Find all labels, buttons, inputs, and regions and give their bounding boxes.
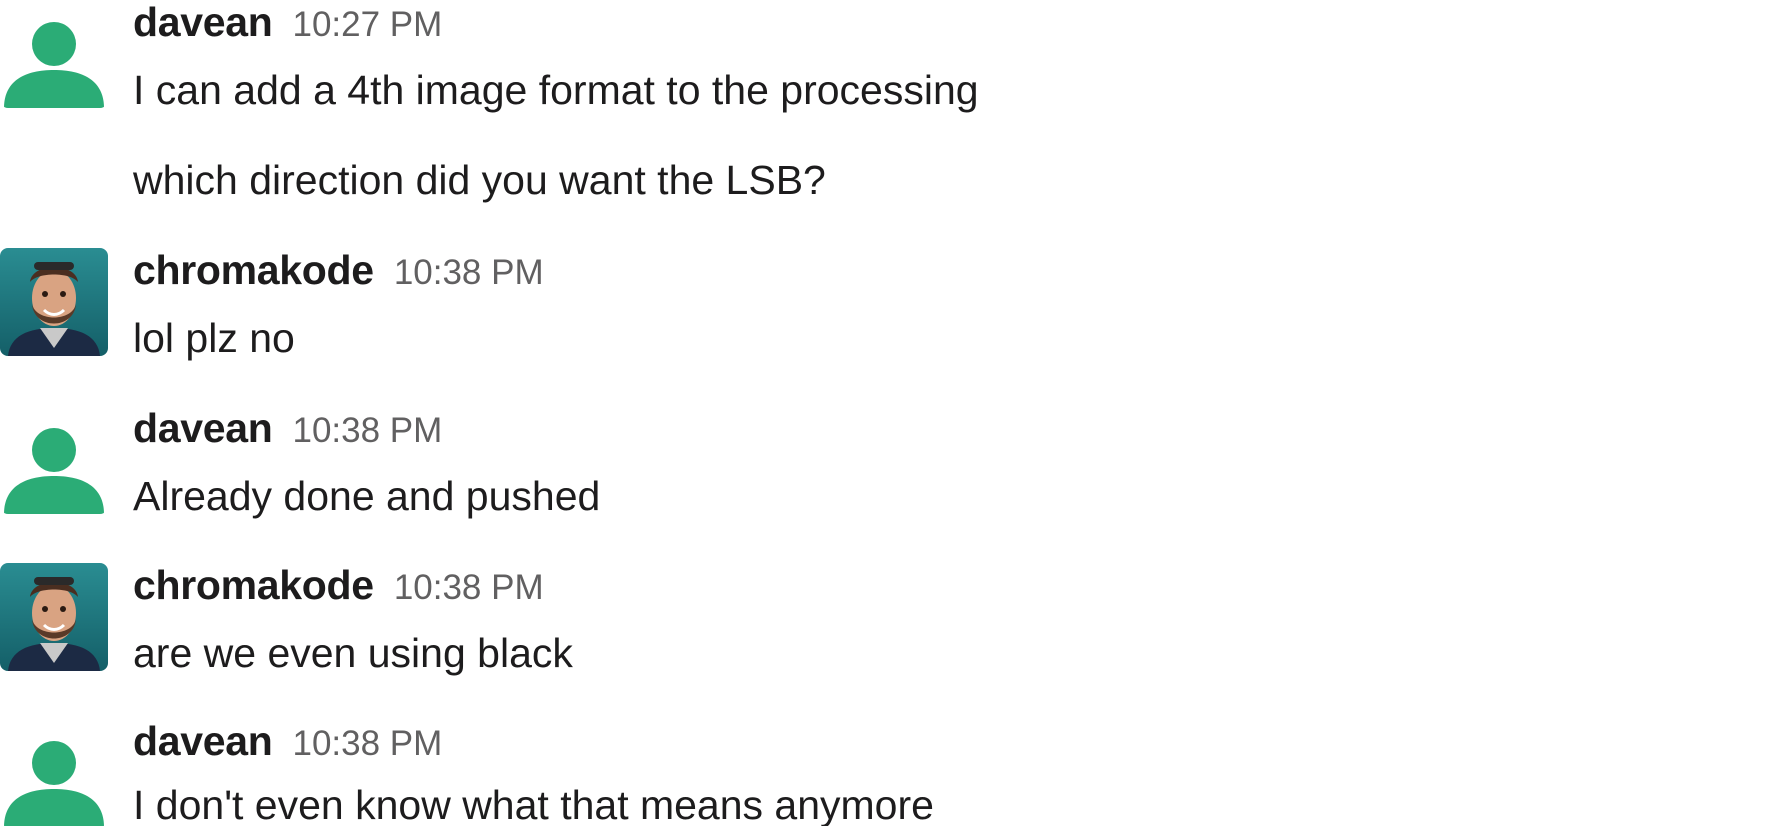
default-avatar-icon[interactable] [0, 0, 108, 108]
message-timestamp[interactable]: 10:38 PM [293, 411, 443, 450]
default-avatar-icon[interactable] [0, 406, 108, 514]
author-name[interactable]: davean [133, 405, 273, 451]
message-timestamp[interactable]: 10:38 PM [394, 568, 544, 607]
message-text: I can add a 4th image format to the proc… [133, 67, 979, 113]
message-text: which direction did you want the LSB? [133, 157, 826, 203]
author-name[interactable]: davean [133, 718, 273, 764]
message-timestamp[interactable]: 10:38 PM [394, 253, 544, 292]
author-name[interactable]: davean [133, 0, 273, 45]
message-text: Already done and pushed [133, 473, 601, 519]
profile-photo-avatar[interactable] [0, 248, 108, 356]
message-text: I don't even know what that means anymor… [133, 782, 934, 826]
message-list: davean 10:27 PM I can add a 4th image for… [0, 0, 1780, 826]
author-name[interactable]: chromakode [133, 247, 374, 293]
profile-photo-avatar[interactable] [0, 563, 108, 671]
default-avatar-icon[interactable] [0, 719, 108, 826]
message-timestamp[interactable]: 10:38 PM [293, 724, 443, 763]
message-text: lol plz no [133, 315, 295, 361]
message-text: are we even using black [133, 630, 573, 676]
message-timestamp[interactable]: 10:27 PM [293, 5, 443, 44]
author-name[interactable]: chromakode [133, 562, 374, 608]
